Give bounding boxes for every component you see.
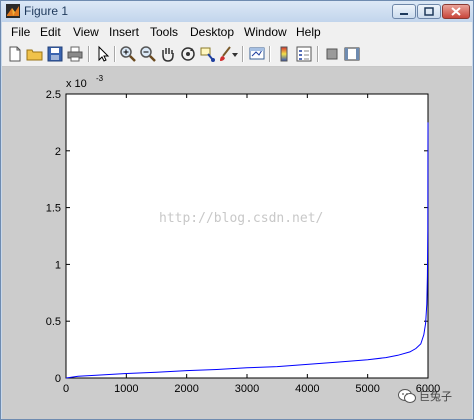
menu-bar: File Edit View Insert Tools Desktop Wind… bbox=[2, 22, 472, 42]
x-tick-label: 3000 bbox=[235, 383, 259, 395]
brand-name: 巨兔子 bbox=[419, 390, 452, 403]
print-icon[interactable] bbox=[65, 44, 85, 64]
x-tick-label: 4000 bbox=[295, 383, 319, 395]
menu-tools[interactable]: Tools bbox=[150, 25, 178, 39]
wechat-logo-icon bbox=[398, 389, 416, 403]
maximize-button[interactable] bbox=[417, 4, 441, 19]
y-tick-labels: 0 0.5 1 1.5 2 2.5 bbox=[46, 89, 61, 385]
menu-insert[interactable]: Insert bbox=[109, 25, 139, 39]
x-tick-label: 1000 bbox=[114, 383, 138, 395]
x-tick-label: 2000 bbox=[174, 383, 198, 395]
menu-file[interactable]: File bbox=[11, 25, 30, 39]
pan-hand-icon[interactable] bbox=[158, 44, 178, 64]
menu-view[interactable]: View bbox=[73, 25, 99, 39]
maximize-icon bbox=[424, 7, 434, 16]
menu-help[interactable]: Help bbox=[296, 25, 321, 39]
link-plot-icon[interactable] bbox=[247, 44, 267, 64]
data-cursor-icon[interactable] bbox=[198, 44, 218, 64]
menu-edit[interactable]: Edit bbox=[40, 25, 61, 39]
toolbar-separator bbox=[88, 46, 90, 62]
new-figure-icon[interactable] bbox=[5, 44, 25, 64]
figure-window: Figure 1 File Edit View Insert Tools Des… bbox=[0, 0, 474, 420]
toolbar-separator bbox=[114, 46, 116, 62]
colorbar-icon[interactable] bbox=[274, 44, 294, 64]
title-bar[interactable]: Figure 1 bbox=[1, 1, 473, 22]
line-chart[interactable]: 0 1000 2000 3000 4000 5000 6000 00.511.522.5 x… bbox=[2, 67, 472, 419]
zoom-in-icon[interactable] bbox=[118, 44, 138, 64]
zoom-out-icon[interactable] bbox=[138, 44, 158, 64]
y-tick-label: 2 bbox=[55, 146, 61, 158]
y-tick-label: 0.5 bbox=[46, 316, 61, 328]
brand-badge: 巨兔子 bbox=[398, 387, 466, 405]
axes-background[interactable] bbox=[65, 93, 429, 379]
show-plot-tools-icon[interactable] bbox=[342, 44, 362, 64]
save-icon[interactable] bbox=[45, 44, 65, 64]
toolbar-separator bbox=[242, 46, 244, 62]
matlab-logo-icon bbox=[6, 4, 20, 18]
y-tick-label: 2.5 bbox=[46, 89, 61, 101]
close-icon bbox=[451, 7, 461, 16]
rotate-3d-icon[interactable] bbox=[178, 44, 198, 64]
y-tick-label: 0 bbox=[55, 373, 61, 385]
y-exponent-label: x 10 bbox=[66, 78, 87, 90]
figure-toolbar bbox=[2, 42, 472, 67]
watermark-text: http://blog.csdn.net/ bbox=[159, 211, 323, 226]
minimize-button[interactable] bbox=[392, 4, 416, 19]
y-tick-label: 1 bbox=[55, 259, 61, 271]
figure-canvas: 0 1000 2000 3000 4000 5000 6000 0 0.5 1 1.5 2 2.5 x… bbox=[2, 67, 472, 419]
x-tick-labels: 0 1000 2000 3000 4000 5000 6000 bbox=[63, 383, 440, 395]
brush-dropdown-icon[interactable] bbox=[230, 44, 240, 64]
y-tick-label: 1.5 bbox=[46, 203, 61, 215]
open-file-icon[interactable] bbox=[25, 44, 45, 64]
hide-plot-tools-icon[interactable] bbox=[322, 44, 342, 64]
window-title: Figure 1 bbox=[24, 4, 69, 18]
legend-icon[interactable] bbox=[294, 44, 314, 64]
y-exponent-power: -3 bbox=[96, 74, 104, 83]
toolbar-separator bbox=[317, 46, 319, 62]
close-button[interactable] bbox=[442, 4, 470, 19]
edit-plot-arrow-icon[interactable] bbox=[93, 44, 113, 64]
x-tick-label: 0 bbox=[63, 383, 69, 395]
minimize-icon bbox=[400, 13, 408, 15]
toolbar-separator bbox=[269, 46, 271, 62]
menu-desktop[interactable]: Desktop bbox=[190, 25, 234, 39]
x-tick-label: 5000 bbox=[355, 383, 379, 395]
menu-window[interactable]: Window bbox=[244, 25, 287, 39]
